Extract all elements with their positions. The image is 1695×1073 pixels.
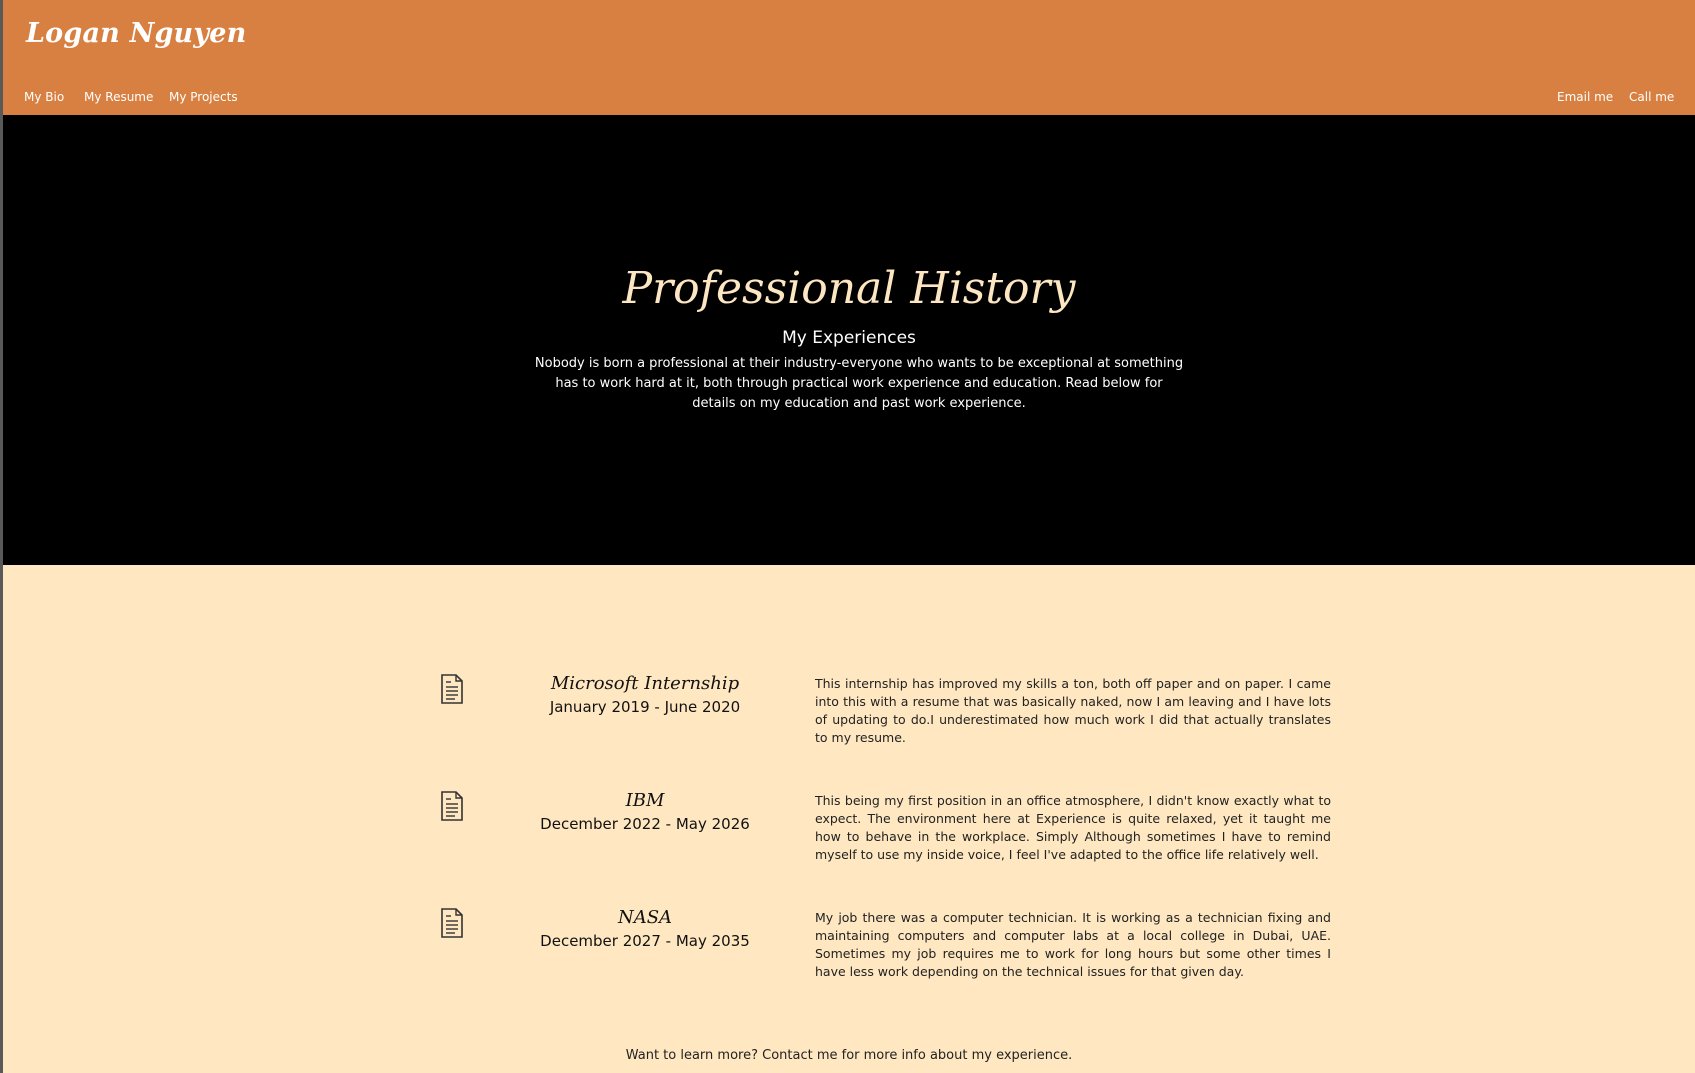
- document-icon: [441, 791, 463, 821]
- experience-description: This being my first position in an offic…: [815, 793, 1331, 862]
- experience-item: NASA December 2027 - May 2035 My job the…: [3, 907, 1695, 1007]
- experience-dates: January 2019 - June 2020: [549, 698, 741, 716]
- experience-company: NASA: [617, 907, 673, 928]
- contact-note: Want to learn more? Contact me for more …: [625, 1048, 1073, 1063]
- experience-heading: Microsoft Internship January 2019 - June…: [513, 673, 777, 718]
- nav-link-my-resume[interactable]: My Resume: [84, 90, 153, 104]
- experience-dates: December 2027 - May 2035: [540, 932, 750, 950]
- experience-description: My job there was a computer technician. …: [815, 910, 1331, 979]
- document-icon: [441, 908, 463, 938]
- nav-link-my-bio[interactable]: My Bio: [24, 90, 64, 104]
- site-title[interactable]: Logan Nguyen: [26, 18, 246, 49]
- page: Logan Nguyen My Bio My Resume My Project…: [3, 0, 1695, 1073]
- experience-item: Microsoft Internship January 2019 - June…: [3, 673, 1695, 773]
- experience-heading: IBM December 2022 - May 2026: [513, 790, 777, 835]
- hero-intro-text: Nobody is born a professional at their i…: [534, 356, 1184, 411]
- hero-section: Professional History My Experiences Nobo…: [3, 115, 1695, 565]
- experience-description: This internship has improved my skills a…: [815, 676, 1331, 745]
- experience-company: IBM: [625, 790, 665, 811]
- hero-title: Professional History: [622, 263, 1076, 314]
- nav-link-my-projects[interactable]: My Projects: [169, 90, 238, 104]
- experience-section: Microsoft Internship January 2019 - June…: [3, 565, 1695, 1073]
- nav-link-call-me[interactable]: Call me: [1629, 90, 1674, 104]
- site-header: Logan Nguyen My Bio My Resume My Project…: [3, 0, 1695, 115]
- experience-item: IBM December 2022 - May 2026 This being …: [3, 790, 1695, 890]
- hero-subtitle: My Experiences: [782, 328, 916, 348]
- experience-heading: NASA December 2027 - May 2035: [513, 907, 777, 952]
- experience-company: Microsoft Internship: [550, 673, 740, 694]
- nav-link-email-me[interactable]: Email me: [1557, 90, 1613, 104]
- experience-dates: December 2022 - May 2026: [540, 815, 750, 833]
- document-icon: [441, 674, 463, 704]
